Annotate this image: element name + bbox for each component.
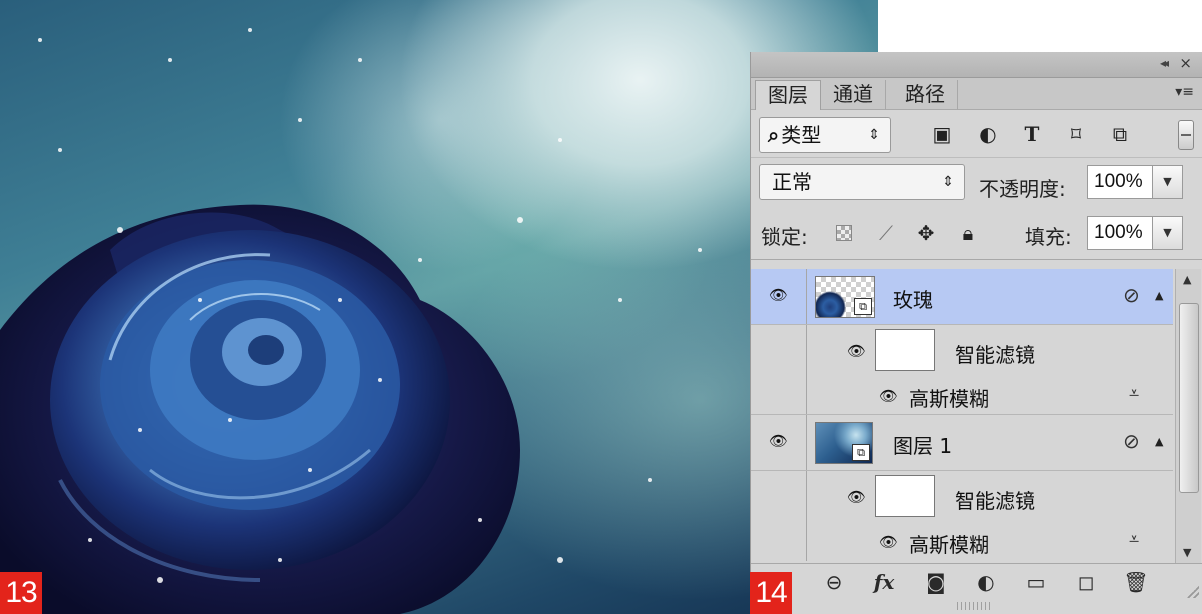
layer-row[interactable]: 👁︎ ⧉ 图层 1 ⊘ ▲ (751, 415, 1173, 471)
layers-panel: ◂◂ × 图层 通道 路径 ▾≡ ⌕ 类型 ⇕ ▣ ◐ T ⌑ ⧉ 正常 ⇕ 不透… (750, 52, 1202, 614)
smart-filters-row[interactable]: 👁︎ 智能滤镜 (751, 325, 1173, 377)
fill-label: 填充: (1025, 225, 1072, 249)
layer-thumbnail: ⧉ (815, 276, 875, 318)
smart-object-filter-icon[interactable]: ⧉ (1107, 122, 1133, 146)
opacity-field[interactable]: 100% (1087, 165, 1153, 199)
corner-resize-grip[interactable] (1187, 586, 1199, 598)
fill-field[interactable]: 100% (1087, 216, 1153, 250)
visibility-eye-icon[interactable]: 👁︎ (879, 387, 898, 405)
panel-tabs: 图层 通道 路径 ▾≡ (751, 78, 1202, 110)
adjustment-layer-icon[interactable]: ◐ (971, 570, 1001, 594)
layer-thumbnail: ⧉ (815, 422, 873, 464)
layer-name: 玫瑰 (893, 288, 933, 312)
smart-filters-label: 智能滤镜 (955, 489, 1035, 513)
shape-filter-icon[interactable]: ⌑ (1063, 122, 1089, 146)
chevron-updown-icon: ⇕ (868, 127, 880, 143)
filter-toggle-switch[interactable] (1178, 120, 1194, 150)
step-badge-14: 14 (750, 572, 792, 614)
panel-menu-icon[interactable]: ▾≡ (1175, 84, 1194, 100)
visibility-column (751, 523, 807, 561)
panel-resize-grip[interactable] (957, 602, 993, 610)
filter-row[interactable]: 👁︎ 高斯模糊 ⩡ (751, 377, 1173, 415)
fx-icon[interactable]: fx (869, 570, 899, 594)
tab-channels[interactable]: 通道 (821, 80, 886, 110)
filter-row[interactable]: 👁︎ 高斯模糊 ⩡ (751, 523, 1173, 561)
lock-paint-brush-icon[interactable]: ⟋ (873, 220, 899, 246)
blend-mode-dropdown[interactable]: 正常 ⇕ (759, 164, 965, 200)
smart-filter-indicator-icon[interactable]: ⊘ (1123, 429, 1140, 453)
scroll-thumb[interactable] (1179, 303, 1199, 493)
visibility-eye-icon[interactable]: 👁︎ (879, 533, 898, 551)
smart-filters-label: 智能滤镜 (955, 343, 1035, 367)
visibility-eye-icon[interactable]: 👁︎ (847, 488, 866, 506)
visibility-eye-icon[interactable]: 👁︎ (769, 432, 788, 450)
layer-list-scrollbar[interactable]: ▲ ▼ (1175, 269, 1201, 563)
chevron-updown-icon: ⇕ (942, 174, 954, 190)
layer-row[interactable]: 👁︎ ⧉ 玫瑰 ⊘ ▲ (751, 269, 1173, 325)
tab-paths[interactable]: 路径 (893, 80, 958, 110)
blend-mode-label: 正常 (772, 170, 812, 194)
blend-row: 正常 ⇕ 不透明度: 100% ▼ (751, 158, 1202, 206)
layer-filter-row: ⌕ 类型 ⇕ ▣ ◐ T ⌑ ⧉ (751, 110, 1202, 158)
step-badge-13: 13 (0, 572, 42, 614)
rose-photo (0, 0, 878, 614)
group-folder-icon[interactable]: ▭ (1021, 570, 1051, 594)
tab-layers[interactable]: 图层 (755, 80, 821, 110)
lock-label: 锁定: (761, 225, 808, 249)
layer-name: 图层 1 (893, 434, 953, 458)
filter-kind-label: 类型 (781, 123, 822, 147)
visibility-eye-icon[interactable]: 👁︎ (847, 342, 866, 360)
layers-bottom-toolbar: ⊖ fx ◙ ◐ ▭ ◻ 🗑︎ (751, 563, 1202, 614)
filter-name: 高斯模糊 (909, 387, 989, 411)
layer-list: 👁︎ ⧉ 玫瑰 ⊘ ▲ 👁︎ 智能滤镜 👁︎ 高斯模糊 ⩡ 👁︎ ⧉ 图层 1 … (751, 269, 1173, 563)
blending-options-icon[interactable]: ⩡ (1129, 383, 1139, 404)
blending-options-icon[interactable]: ⩡ (1129, 529, 1139, 550)
adjustment-filter-icon[interactable]: ◐ (975, 122, 1001, 146)
lock-all-padlock-icon[interactable]: 🔒︎ (955, 220, 981, 246)
scroll-up-arrow-icon[interactable]: ▲ (1183, 273, 1191, 286)
filter-mask-thumbnail[interactable] (875, 329, 935, 371)
trash-icon[interactable]: 🗑︎ (1121, 570, 1151, 594)
new-layer-icon[interactable]: ◻ (1071, 570, 1101, 594)
opacity-label: 不透明度: (979, 177, 1066, 201)
visibility-column (751, 325, 807, 377)
search-icon: ⌕ (768, 123, 780, 147)
visibility-column (751, 471, 807, 523)
mask-icon[interactable]: ◙ (921, 570, 951, 594)
rose-illustration (0, 28, 702, 614)
type-filter-icon[interactable]: T (1019, 122, 1045, 146)
fill-dropdown-arrow[interactable]: ▼ (1153, 216, 1183, 250)
visibility-column (751, 377, 807, 414)
smart-object-badge-icon: ⧉ (852, 444, 870, 461)
link-icon[interactable]: ⊖ (819, 570, 849, 594)
filter-kind-dropdown[interactable]: ⌕ 类型 ⇕ (759, 117, 891, 153)
collapse-triangle-icon[interactable]: ▲ (1155, 435, 1163, 448)
scroll-down-arrow-icon[interactable]: ▼ (1183, 546, 1191, 559)
image-filter-icon[interactable]: ▣ (929, 122, 955, 146)
close-icon[interactable]: × (1179, 54, 1192, 72)
lock-position-move-icon[interactable]: ✥ (913, 220, 939, 246)
smart-object-badge-icon: ⧉ (854, 298, 872, 315)
smart-filters-row[interactable]: 👁︎ 智能滤镜 (751, 471, 1173, 523)
visibility-eye-icon[interactable]: 👁︎ (769, 286, 788, 304)
panel-title-bar: ◂◂ × (751, 52, 1202, 78)
collapse-triangle-icon[interactable]: ▲ (1155, 289, 1163, 302)
filter-mask-thumbnail[interactable] (875, 475, 935, 517)
lock-row: 锁定: ⟋ ✥ 🔒︎ 填充: 100% ▼ (751, 206, 1202, 260)
opacity-dropdown-arrow[interactable]: ▼ (1153, 165, 1183, 199)
smart-filter-indicator-icon[interactable]: ⊘ (1123, 283, 1140, 307)
lock-transparent-icon[interactable] (831, 220, 857, 246)
collapse-panel-icon[interactable]: ◂◂ (1160, 56, 1169, 70)
filter-name: 高斯模糊 (909, 533, 989, 557)
